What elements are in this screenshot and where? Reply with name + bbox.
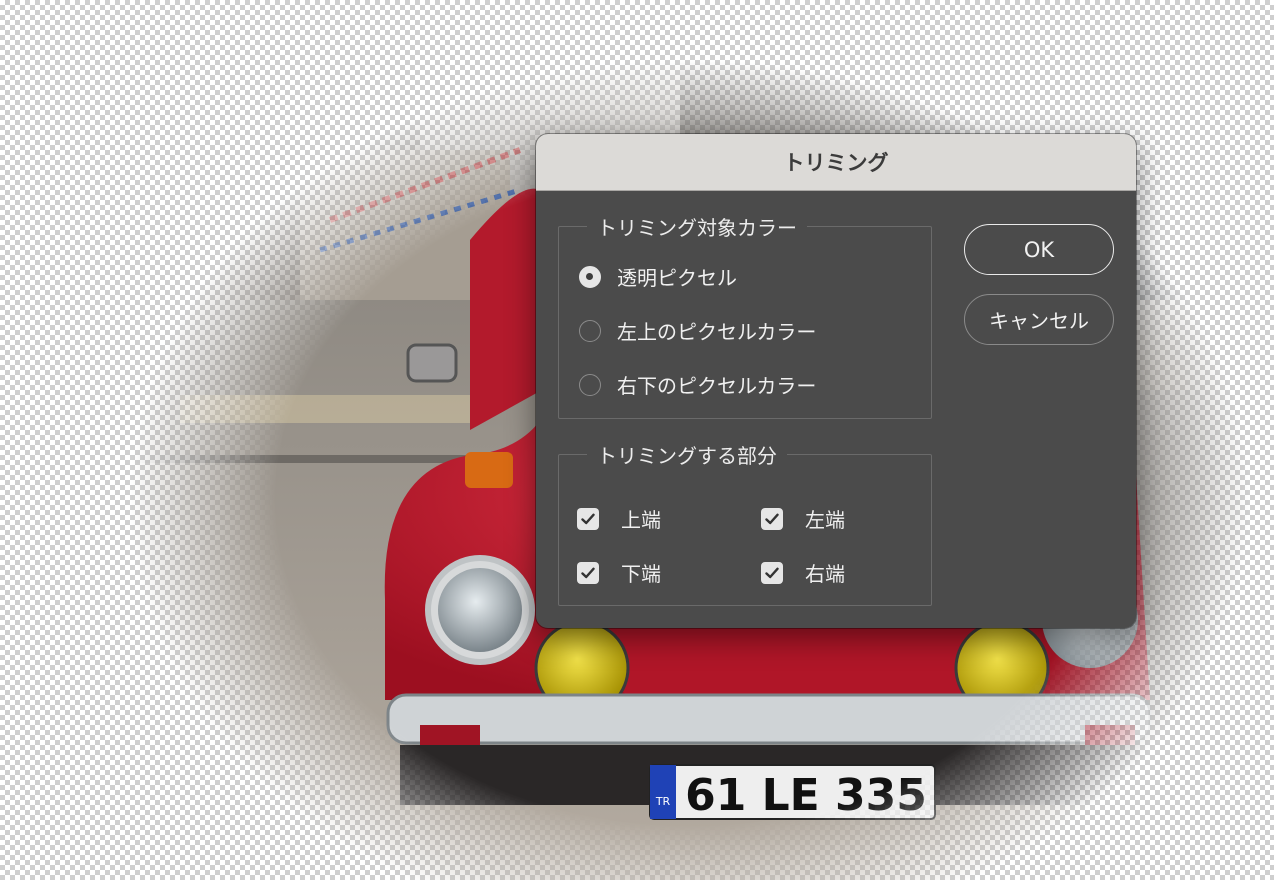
radio-label: 左上のピクセルカラー (617, 320, 817, 344)
trim-away-group: トリミングする部分 上端 左端 下端 右端 (558, 440, 932, 606)
plate-number: 61 LE 335 (685, 770, 927, 821)
checkbox-label: 下端 (621, 562, 661, 586)
cancel-button[interactable]: キャンセル (964, 294, 1114, 345)
dialog-title: トリミング (783, 151, 889, 175)
checkbox-label: 上端 (621, 508, 661, 532)
radio-label: 右下のピクセルカラー (617, 374, 817, 398)
checkmark-icon[interactable] (577, 507, 599, 530)
checkmark-icon[interactable] (761, 561, 783, 584)
trim-color-group: トリミング対象カラー 透明ピクセル 左上のピクセルカラー 右下のピクセルカラー (558, 212, 932, 419)
checkbox-label: 左端 (805, 508, 845, 532)
trim-color-legend: トリミング対象カラー (587, 212, 807, 241)
checkbox-right[interactable]: 右端 (761, 558, 845, 587)
dialog-title-bar: トリミング (536, 134, 1136, 191)
checkbox-left[interactable]: 左端 (761, 504, 845, 533)
radio-bottom-right-pixel-color[interactable]: 右下のピクセルカラー (579, 370, 816, 399)
plate-country: TR (655, 795, 671, 808)
radio-label: 透明ピクセル (617, 266, 737, 290)
trim-dialog: トリミング トリミング対象カラー 透明ピクセル 左上のピクセルカラー 右下のピク… (536, 134, 1136, 628)
ok-button[interactable]: OK (964, 224, 1114, 275)
checkbox-label: 右端 (805, 562, 845, 586)
checkmark-icon[interactable] (761, 507, 783, 530)
checkmark-icon[interactable] (577, 561, 599, 584)
radio-unselected-icon[interactable] (579, 319, 601, 342)
license-plate: TR 61 LE 335 (649, 764, 936, 821)
radio-unselected-icon[interactable] (579, 373, 601, 396)
radio-top-left-pixel-color[interactable]: 左上のピクセルカラー (579, 316, 816, 345)
checkbox-top[interactable]: 上端 (577, 504, 661, 533)
trim-away-legend: トリミングする部分 (587, 440, 787, 469)
checkbox-bottom[interactable]: 下端 (577, 558, 661, 587)
radio-transparent-pixels[interactable]: 透明ピクセル (579, 262, 737, 291)
radio-selected-icon[interactable] (579, 265, 601, 288)
